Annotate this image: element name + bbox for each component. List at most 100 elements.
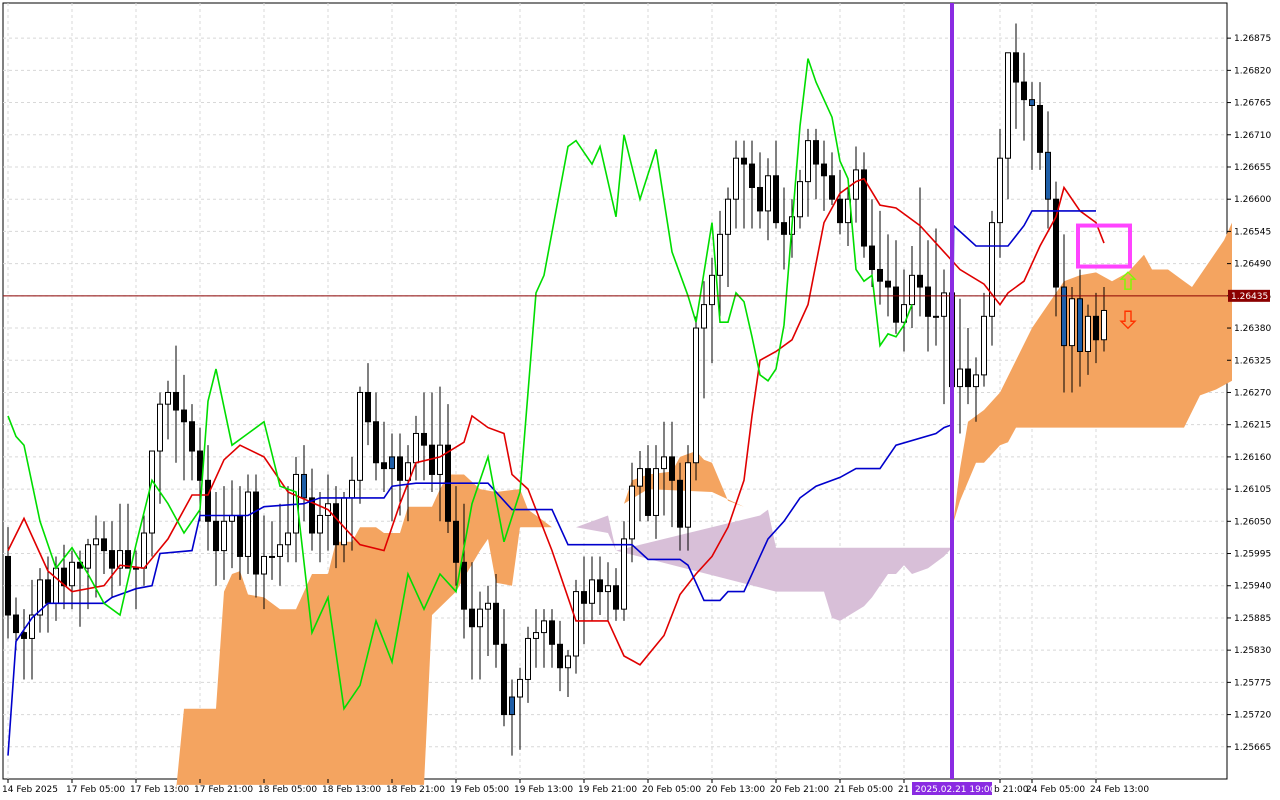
x-tick-label: 24 Feb 05:00 (1026, 785, 1085, 795)
candle-body (53, 567, 59, 604)
candle-body (621, 538, 627, 610)
candle-body (501, 643, 507, 716)
candle-body (133, 567, 139, 570)
candle-body (917, 274, 923, 288)
candle-body (757, 186, 763, 212)
x-tick-label: 17 Feb 13:00 (130, 785, 189, 795)
candle-body (605, 585, 611, 593)
candle-body (437, 444, 443, 475)
candle-body (829, 175, 835, 200)
x-tick-label: 18 Feb 21:00 (386, 785, 445, 795)
y-tick-label: 1.25775 (1234, 678, 1271, 688)
candle-body (485, 602, 491, 610)
x-tick-label: 17 Feb 05:00 (66, 785, 125, 795)
candle-body (397, 456, 403, 481)
candle-body (213, 520, 219, 552)
vertical-marker-label: 2025.02.21 19:00 (915, 785, 996, 795)
x-tick-label: 18 Feb 13:00 (322, 785, 381, 795)
candle-body (269, 555, 275, 558)
candle-body (885, 280, 891, 288)
candle-body (781, 222, 787, 235)
x-tick-label: 14 Feb 2025 (2, 785, 58, 795)
x-tick-label: 24 Feb 13:00 (1090, 785, 1149, 795)
candle-body (965, 368, 971, 388)
candle-body (93, 538, 99, 546)
candle-body (301, 473, 307, 499)
candle-body (677, 479, 683, 528)
x-tick-label: 21 (898, 785, 909, 795)
candle-body (1069, 298, 1075, 347)
candle-body (413, 432, 419, 464)
candle-body (581, 591, 587, 604)
y-tick-label: 1.26710 (1234, 131, 1271, 141)
candle-body (773, 175, 779, 224)
candle-body (525, 637, 531, 680)
candle-body (253, 491, 259, 575)
candle-body (237, 514, 243, 557)
candle-body (1085, 315, 1091, 352)
x-tick-label: 19 Feb 13:00 (514, 785, 573, 795)
y-tick-label: 1.25940 (1234, 582, 1271, 592)
candle-body (165, 391, 171, 405)
y-tick-label: 1.26270 (1234, 388, 1271, 398)
candle-body (1013, 52, 1019, 83)
y-tick-label: 1.25665 (1234, 743, 1271, 753)
candle-body (261, 555, 267, 575)
candle-body (349, 479, 355, 499)
candle-body (45, 579, 51, 604)
candle-body (149, 450, 155, 534)
candle-body (989, 222, 995, 317)
y-tick-label: 1.25995 (1234, 550, 1271, 560)
candle-body (1029, 99, 1035, 106)
candle-body (869, 245, 875, 270)
time-axis: 14 Feb 2025 17 Feb 05:00 17 Feb 13:00 17 Fe… (2, 779, 1149, 795)
current-price-label: 1.26435 (1231, 292, 1268, 302)
candle-body (517, 678, 523, 698)
candle-body (141, 532, 147, 569)
candle-body (909, 274, 915, 306)
candle-body (533, 632, 539, 639)
candle-body (1005, 52, 1011, 159)
y-tick-label: 1.26105 (1234, 485, 1271, 495)
candle-body (741, 157, 747, 165)
y-tick-label: 1.26160 (1234, 453, 1271, 463)
candle-body (421, 432, 427, 446)
candle-body (509, 696, 515, 716)
x-tick-label: b 21:00 (994, 785, 1029, 795)
candle-body (1045, 151, 1051, 200)
candle-body (821, 163, 827, 177)
candle-body (893, 286, 899, 323)
candle-body (717, 233, 723, 276)
x-tick-label: 20 Feb 13:00 (706, 785, 765, 795)
x-tick-label: 18 Feb 05:00 (258, 785, 317, 795)
candle-body (221, 520, 227, 552)
candle-body (813, 140, 819, 165)
candle-body (661, 456, 667, 470)
candle-body (277, 544, 283, 557)
candle-body (381, 462, 387, 470)
candle-body (5, 555, 11, 616)
y-tick-label: 1.25720 (1234, 711, 1271, 721)
candle-body (549, 620, 555, 645)
candle-body (245, 491, 251, 557)
candle-body (477, 608, 483, 628)
candle-body (333, 503, 339, 546)
candle-body (669, 456, 675, 481)
candle-body (557, 643, 563, 669)
candle-body (997, 157, 1003, 224)
candle-body (109, 550, 115, 569)
y-tick-label: 1.26875 (1234, 34, 1271, 44)
candle-body (341, 497, 347, 546)
candle-body (973, 374, 979, 388)
candle-body (877, 268, 883, 282)
candle-body (565, 655, 571, 669)
candle-body (797, 181, 803, 218)
candle-body (453, 520, 459, 563)
candle-body (725, 198, 731, 235)
candle-body (925, 286, 931, 317)
x-tick-label: 20 Feb 05:00 (642, 785, 701, 795)
candle-body (317, 514, 323, 534)
candle-body (981, 315, 987, 376)
candle-body (589, 579, 595, 604)
candle-body (1037, 104, 1043, 153)
